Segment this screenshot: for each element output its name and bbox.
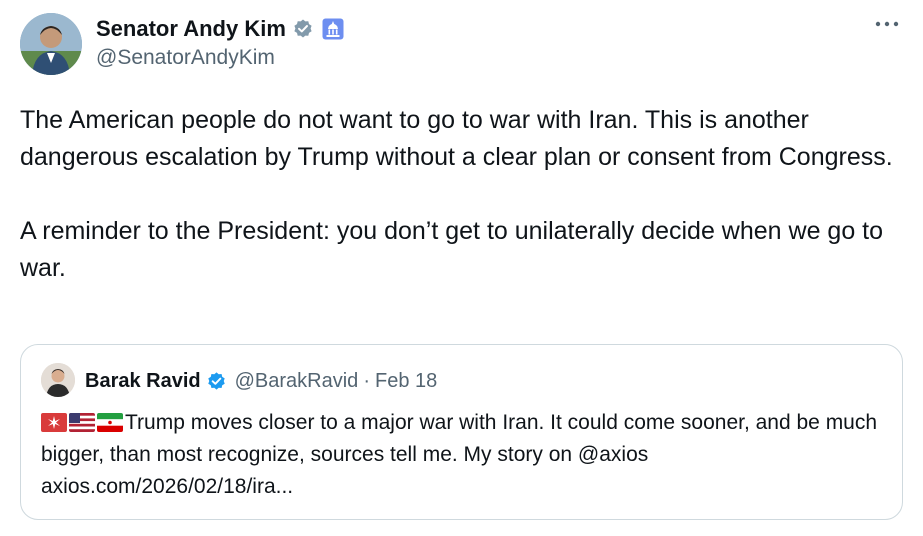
quoted-display-name[interactable]: Barak Ravid	[85, 370, 201, 393]
quoted-author-avatar[interactable]	[41, 363, 75, 397]
bangbar-emoji-icon	[41, 413, 67, 432]
quoted-link[interactable]: axios.com/2026/02/18/ira...	[41, 475, 293, 498]
quoted-text: Trump moves closer to a major war with I…	[41, 407, 891, 503]
government-building-badge-icon	[322, 18, 344, 40]
post-paragraph: A reminder to the President: you don’t g…	[20, 217, 884, 282]
quoted-handle[interactable]: @BarakRavid	[235, 370, 359, 393]
post-paragraph: The American people do not want to go to…	[20, 106, 893, 171]
verified-badge-icon	[292, 18, 314, 40]
us-flag-icon	[69, 413, 95, 432]
quoted-date[interactable]: Feb 18	[375, 370, 437, 393]
post-text: The American people do not want to go to…	[20, 102, 905, 287]
author-handle[interactable]: @SenatorAndyKim	[96, 46, 275, 70]
iran-flag-icon	[97, 413, 123, 432]
verified-badge-icon	[206, 371, 227, 392]
quoted-line: Trump moves closer to a major war with I…	[41, 411, 878, 466]
quoted-header: Barak Ravid @BarakRavid · Feb 18	[85, 367, 437, 395]
post-card: Senator Andy Kim @SenatorAndyKim The Ame…	[0, 0, 923, 536]
author-display-name[interactable]: Senator Andy Kim	[96, 16, 286, 42]
more-options-icon[interactable]	[873, 14, 901, 34]
author-name-row: Senator Andy Kim	[96, 14, 344, 44]
quoted-post[interactable]: Barak Ravid @BarakRavid · Feb 18 Trump m…	[20, 344, 903, 520]
author-avatar[interactable]	[20, 13, 82, 75]
separator-dot: ·	[363, 369, 370, 392]
